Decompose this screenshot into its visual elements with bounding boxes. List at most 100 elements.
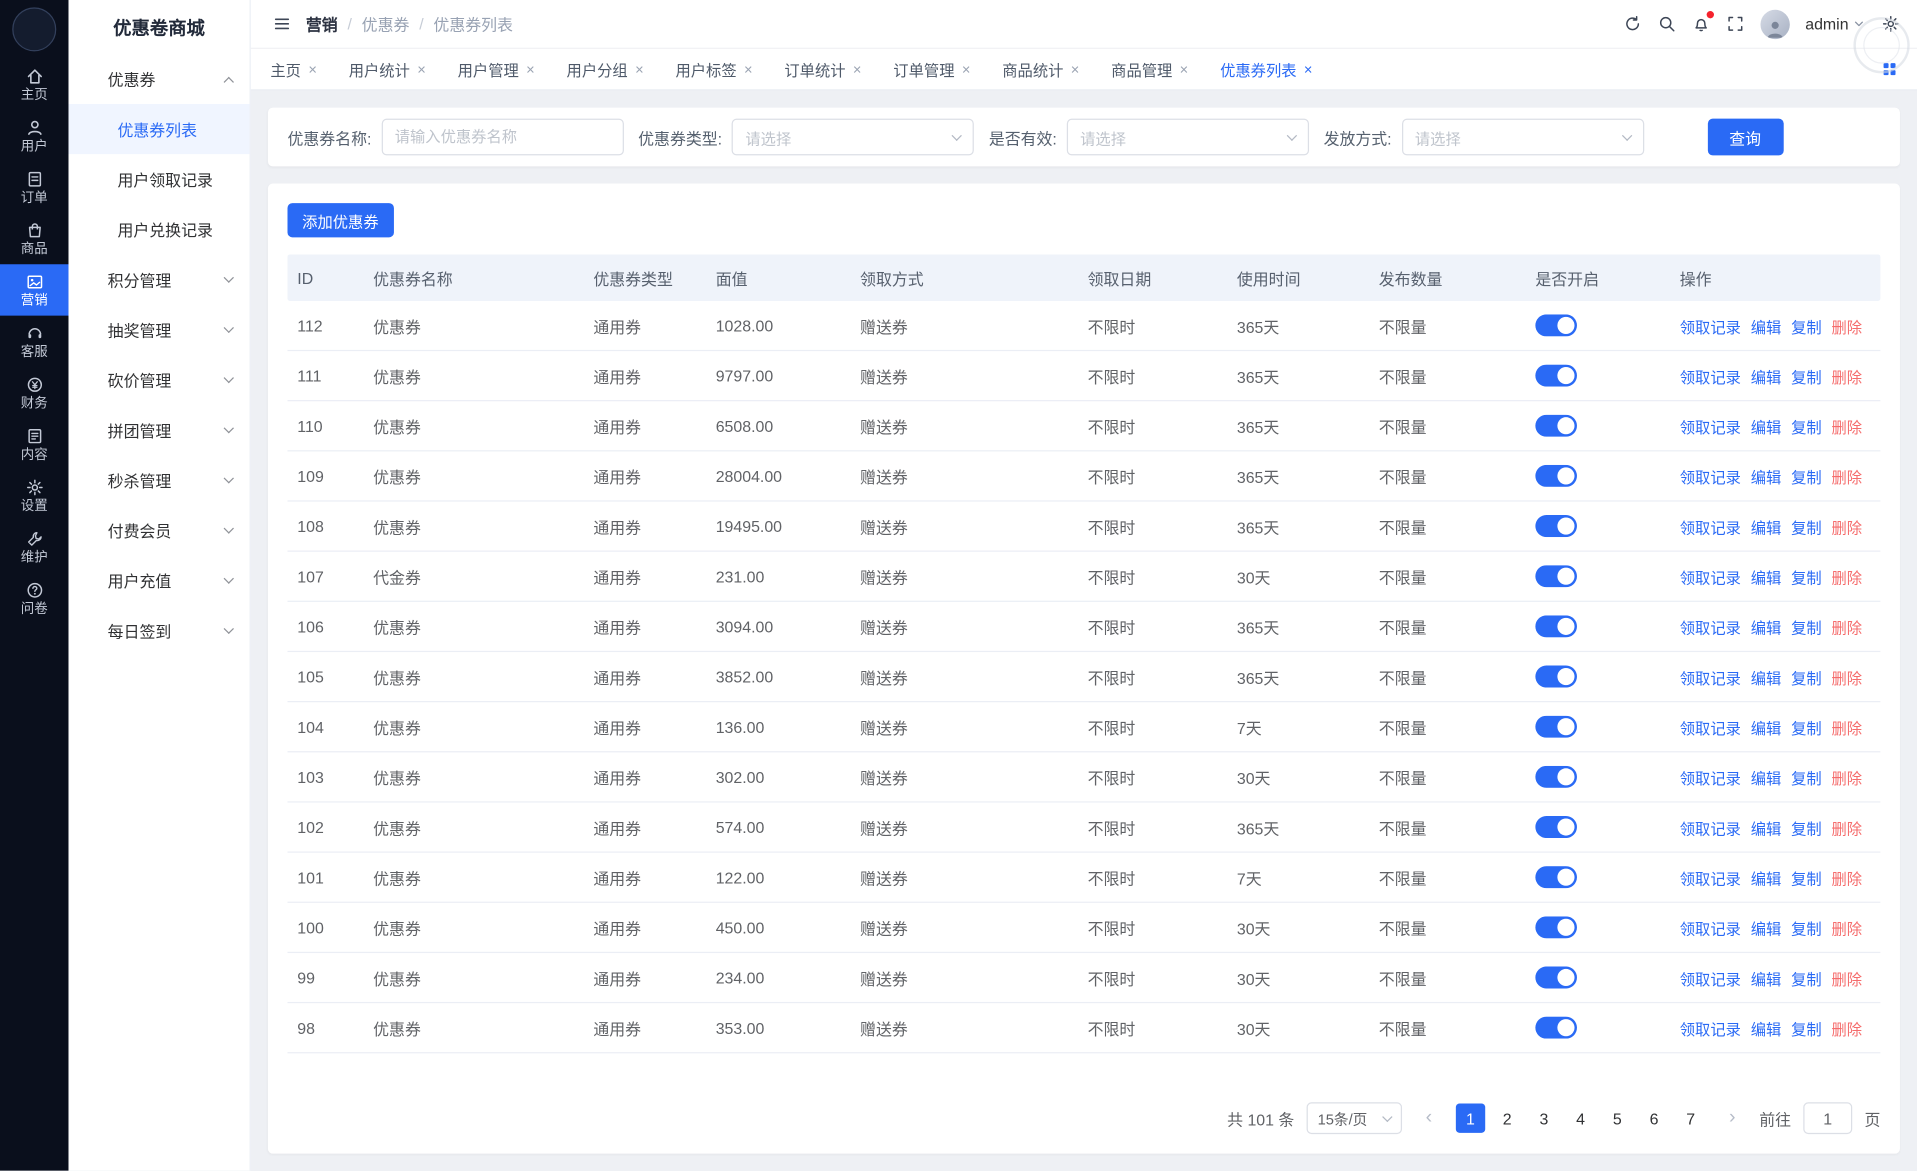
page-button-7[interactable]: 7	[1676, 1104, 1705, 1133]
coupon-name-input[interactable]	[381, 119, 623, 156]
enable-toggle[interactable]	[1535, 314, 1577, 336]
edit-link[interactable]: 编辑	[1751, 815, 1782, 838]
rail-item-survey[interactable]: 问卷	[0, 573, 69, 624]
fullscreen-icon[interactable]	[1726, 15, 1744, 33]
claim-records-link[interactable]: 领取记录	[1680, 414, 1741, 437]
copy-link[interactable]: 复制	[1791, 765, 1822, 788]
tab-3[interactable]: 用户分组×	[567, 57, 644, 80]
goto-page-input[interactable]	[1803, 1102, 1852, 1134]
sidebar-item-points[interactable]: 积分管理	[69, 254, 250, 304]
prev-page-button[interactable]: ‹	[1414, 1104, 1443, 1133]
tab-close-icon[interactable]: ×	[417, 62, 426, 77]
page-button-3[interactable]: 3	[1529, 1104, 1558, 1133]
tab-5[interactable]: 订单统计×	[784, 57, 861, 80]
sidebar-item-paid-member[interactable]: 付费会员	[69, 505, 250, 555]
enable-toggle[interactable]	[1535, 916, 1577, 938]
sidebar-item-coupon[interactable]: 优惠券	[69, 54, 250, 104]
tab-2[interactable]: 用户管理×	[458, 57, 535, 80]
copy-link[interactable]: 复制	[1791, 514, 1822, 537]
edit-link[interactable]: 编辑	[1751, 765, 1782, 788]
edit-link[interactable]: 编辑	[1751, 665, 1782, 688]
sidebar-item-claim-records[interactable]: 用户领取记录	[69, 154, 250, 204]
enable-toggle[interactable]	[1535, 766, 1577, 788]
tab-close-icon[interactable]: ×	[526, 62, 535, 77]
sidebar-item-bargain[interactable]: 砍价管理	[69, 355, 250, 405]
enable-toggle[interactable]	[1535, 465, 1577, 487]
claim-records-link[interactable]: 领取记录	[1680, 966, 1741, 989]
sidebar-item-daily-checkin[interactable]: 每日签到	[69, 606, 250, 656]
rail-item-marketing[interactable]: 营销	[0, 264, 69, 315]
claim-records-link[interactable]: 领取记录	[1680, 1016, 1741, 1039]
copy-link[interactable]: 复制	[1791, 615, 1822, 638]
delete-link[interactable]: 删除	[1831, 815, 1862, 838]
rail-item-home[interactable]: 主页	[0, 59, 69, 110]
sidebar-item-coupon-list[interactable]: 优惠券列表	[69, 104, 250, 154]
delete-link[interactable]: 删除	[1831, 866, 1862, 889]
delete-link[interactable]: 删除	[1831, 364, 1862, 387]
copy-link[interactable]: 复制	[1791, 414, 1822, 437]
rail-item-orders[interactable]: 订单	[0, 161, 69, 212]
edit-link[interactable]: 编辑	[1751, 715, 1782, 738]
enable-toggle[interactable]	[1535, 365, 1577, 387]
edit-link[interactable]: 编辑	[1751, 615, 1782, 638]
page-button-6[interactable]: 6	[1639, 1104, 1668, 1133]
edit-link[interactable]: 编辑	[1751, 514, 1782, 537]
enable-toggle[interactable]	[1535, 666, 1577, 688]
claim-records-link[interactable]: 领取记录	[1680, 364, 1741, 387]
edit-link[interactable]: 编辑	[1751, 1016, 1782, 1039]
delete-link[interactable]: 删除	[1831, 715, 1862, 738]
sidebar-item-recharge[interactable]: 用户充值	[69, 555, 250, 605]
page-button-2[interactable]: 2	[1493, 1104, 1522, 1133]
notification-bell-icon[interactable]	[1691, 15, 1709, 33]
copy-link[interactable]: 复制	[1791, 866, 1822, 889]
copy-link[interactable]: 复制	[1791, 966, 1822, 989]
rail-item-settings[interactable]: 设置	[0, 470, 69, 521]
enable-toggle[interactable]	[1535, 615, 1577, 637]
claim-records-link[interactable]: 领取记录	[1680, 314, 1741, 337]
rail-item-maintenance[interactable]: 维护	[0, 521, 69, 572]
sidebar-item-groupbuy[interactable]: 拼团管理	[69, 405, 250, 455]
tab-1[interactable]: 用户统计×	[349, 57, 426, 80]
sidebar-item-flashsale[interactable]: 秒杀管理	[69, 455, 250, 505]
copy-link[interactable]: 复制	[1791, 815, 1822, 838]
edit-link[interactable]: 编辑	[1751, 464, 1782, 487]
delete-link[interactable]: 删除	[1831, 565, 1862, 588]
claim-records-link[interactable]: 领取记录	[1680, 464, 1741, 487]
edit-link[interactable]: 编辑	[1751, 364, 1782, 387]
claim-records-link[interactable]: 领取记录	[1680, 565, 1741, 588]
user-menu[interactable]: admin	[1805, 15, 1865, 33]
rail-item-finance[interactable]: 财务	[0, 367, 69, 418]
delete-link[interactable]: 删除	[1831, 765, 1862, 788]
gear-icon[interactable]	[1882, 15, 1900, 33]
rail-item-service[interactable]: 客服	[0, 316, 69, 367]
edit-link[interactable]: 编辑	[1751, 966, 1782, 989]
tab-0[interactable]: 主页×	[270, 57, 317, 80]
copy-link[interactable]: 复制	[1791, 1016, 1822, 1039]
breadcrumb-item-coupon[interactable]: 优惠券	[362, 12, 410, 35]
coupon-type-select[interactable]: 请选择	[732, 119, 974, 156]
copy-link[interactable]: 复制	[1791, 665, 1822, 688]
tab-7[interactable]: 商品统计×	[1002, 57, 1079, 80]
delete-link[interactable]: 删除	[1831, 1016, 1862, 1039]
enable-toggle[interactable]	[1535, 565, 1577, 587]
page-button-4[interactable]: 4	[1566, 1104, 1595, 1133]
tab-8[interactable]: 商品管理×	[1111, 57, 1188, 80]
claim-records-link[interactable]: 领取记录	[1680, 514, 1741, 537]
copy-link[interactable]: 复制	[1791, 565, 1822, 588]
claim-records-link[interactable]: 领取记录	[1680, 665, 1741, 688]
copy-link[interactable]: 复制	[1791, 715, 1822, 738]
delete-link[interactable]: 删除	[1831, 966, 1862, 989]
rail-item-users[interactable]: 用户	[0, 110, 69, 161]
delete-link[interactable]: 删除	[1831, 414, 1862, 437]
claim-records-link[interactable]: 领取记录	[1680, 866, 1741, 889]
search-button[interactable]: 查询	[1707, 119, 1783, 156]
delete-link[interactable]: 删除	[1831, 916, 1862, 939]
copy-link[interactable]: 复制	[1791, 314, 1822, 337]
tab-close-icon[interactable]: ×	[635, 62, 644, 77]
search-icon[interactable]	[1657, 15, 1675, 33]
rail-item-content[interactable]: 内容	[0, 418, 69, 469]
refresh-icon[interactable]	[1623, 15, 1641, 33]
tab-6[interactable]: 订单管理×	[893, 57, 970, 80]
delete-link[interactable]: 删除	[1831, 464, 1862, 487]
copy-link[interactable]: 复制	[1791, 916, 1822, 939]
